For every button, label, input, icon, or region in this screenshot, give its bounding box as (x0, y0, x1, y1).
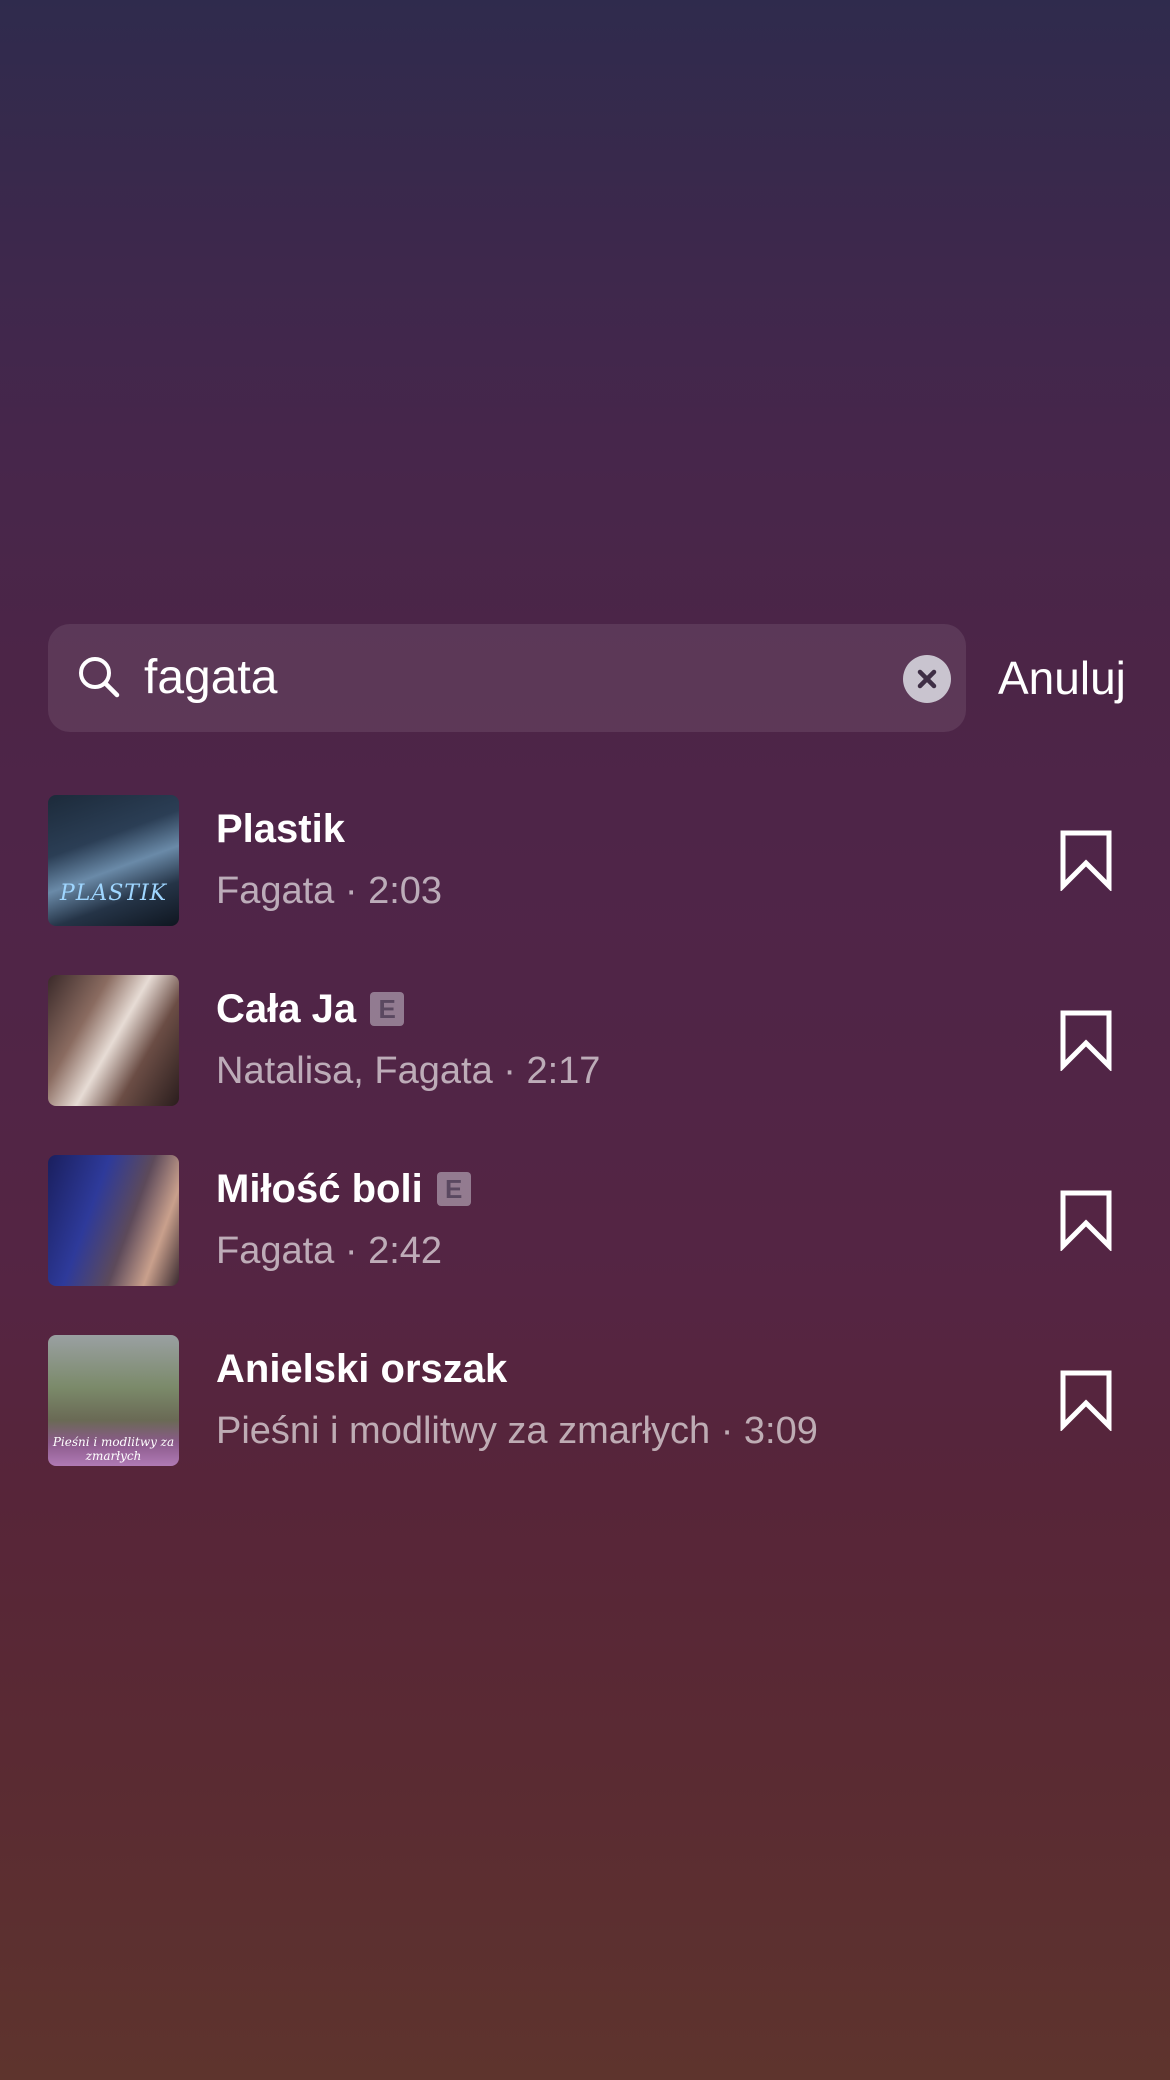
clear-search-button[interactable] (903, 655, 951, 703)
search-icon (79, 657, 120, 698)
explicit-badge: E (436, 1172, 471, 1206)
bookmark-icon[interactable] (1058, 1009, 1114, 1071)
track-subtitle: Fagata · 2:42 (216, 1230, 443, 1272)
track-subtitle: Natalisa, Fagata · 2:17 (216, 1050, 601, 1092)
track-subtitle: Fagata · 2:03 (216, 870, 443, 912)
album-cover-text: PLASTIK (59, 881, 168, 906)
search-query: fagata (144, 651, 278, 704)
album-cover: Pieśni i modlitwy za zmarłych (48, 1335, 179, 1466)
bookmark-icon[interactable] (1058, 829, 1114, 891)
track-title: Cała Ja E (216, 985, 405, 1033)
track-title-text: Miłość boli (216, 1167, 423, 1211)
result-row[interactable]: Cała Ja E Natalisa, Fagata · 2:17 (48, 975, 1128, 1155)
result-row[interactable]: PLASTIK Plastik Fagata · 2:03 (48, 795, 1128, 975)
cancel-button[interactable]: Anuluj (998, 624, 1126, 732)
track-title: Anielski orszak (216, 1345, 507, 1393)
track-title-text: Anielski orszak (216, 1347, 508, 1391)
search-results: PLASTIK Plastik Fagata · 2:03 Cała Ja E N… (48, 795, 1128, 1515)
track-title: Plastik (216, 805, 345, 853)
result-row[interactable]: Pieśni i modlitwy za zmarłych Anielski o… (48, 1335, 1128, 1515)
track-title-text: Cała Ja (216, 987, 357, 1031)
explicit-badge: E (370, 992, 405, 1026)
result-row[interactable]: Miłość boli E Fagata · 2:42 (48, 1155, 1128, 1335)
track-title-text: Plastik (216, 807, 345, 851)
album-cover: PLASTIK (48, 795, 179, 926)
album-cover (48, 975, 179, 1106)
track-subtitle: Pieśni i modlitwy za zmarłych · 3:09 (216, 1410, 818, 1452)
search-bar: fagata Anuluj (48, 624, 1138, 732)
bookmark-icon[interactable] (1058, 1189, 1114, 1251)
album-cover (48, 1155, 179, 1286)
close-circle-icon (917, 669, 937, 689)
bookmark-icon[interactable] (1058, 1369, 1114, 1431)
search-input[interactable]: fagata (48, 624, 966, 732)
track-title: Miłość boli E (216, 1165, 471, 1213)
album-cover-text: Pieśni i modlitwy za zmarłych (52, 1435, 175, 1463)
